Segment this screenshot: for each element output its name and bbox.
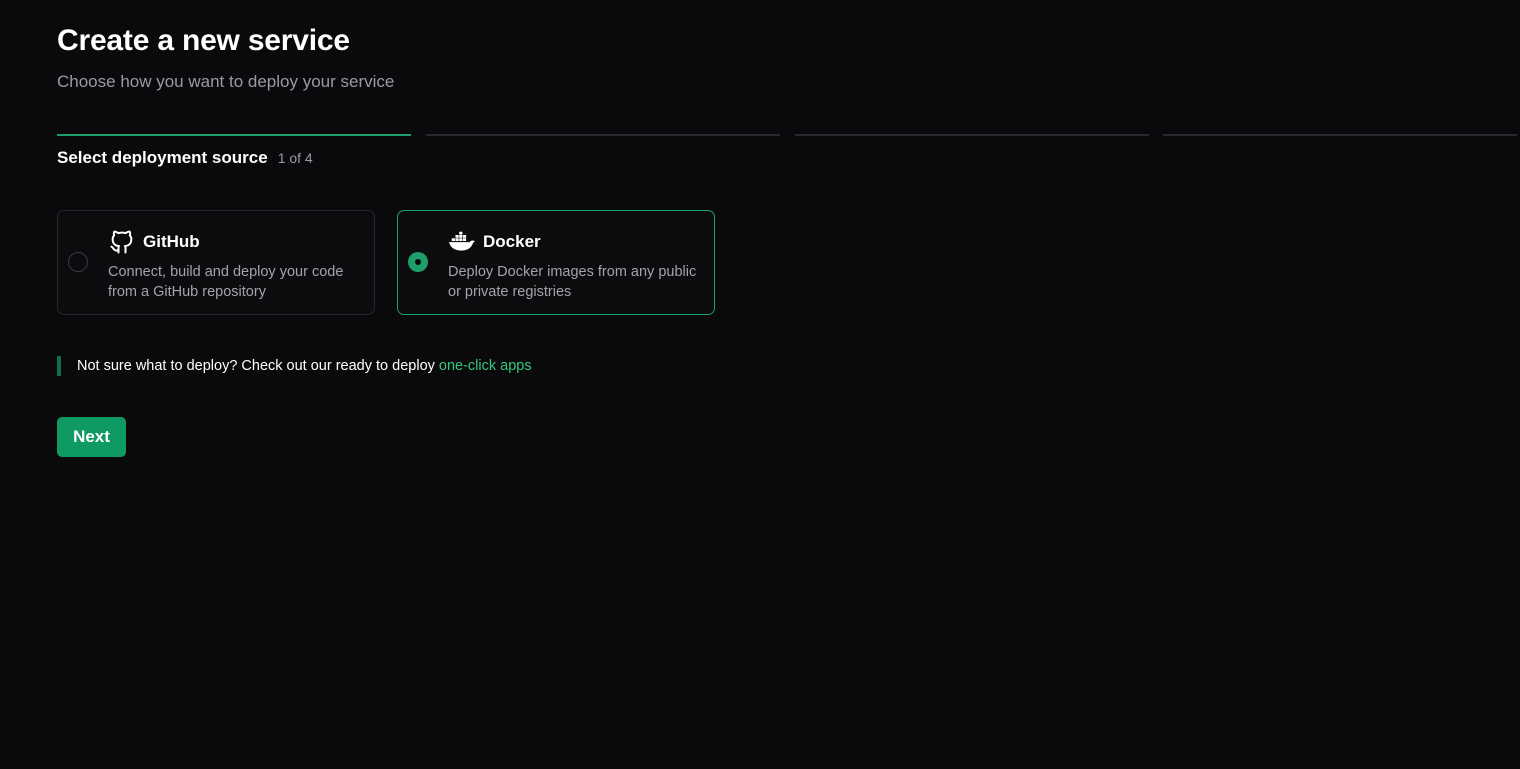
step-bar-4 [1163,134,1517,136]
docker-icon [448,228,476,256]
page-title: Create a new service [57,24,350,57]
step-label: Select deployment source [57,148,268,167]
one-click-hint: Not sure what to deploy? Check out our r… [57,356,532,376]
docker-radio[interactable] [408,252,428,272]
source-option-github[interactable]: GitHub Connect, build and deploy your co… [57,210,375,315]
hint-accent-bar [57,356,61,376]
next-button[interactable]: Next [57,417,126,457]
docker-option-name: Docker [483,232,541,251]
one-click-apps-link[interactable]: one-click apps [439,358,532,374]
step-bar-2 [426,134,780,136]
step-heading: Select deployment source 1 of 4 [57,148,313,168]
source-option-docker[interactable]: Docker Deploy Docker images from any pub… [397,210,715,315]
github-option-description: Connect, build and deploy your code from… [108,264,344,300]
step-counter: 1 of 4 [277,150,313,166]
github-option-name: GitHub [143,232,200,251]
docker-option-description: Deploy Docker images from any public or … [448,264,697,300]
github-radio[interactable] [68,252,88,272]
step-bar-3 [795,134,1149,136]
github-icon [108,228,136,256]
page-subtitle: Choose how you want to deploy your servi… [57,72,395,91]
stepper-progress [57,134,1520,136]
hint-text: Not sure what to deploy? Check out our r… [77,358,435,374]
create-service-page: Create a new service Choose how you want… [0,0,1520,769]
step-bar-1 [57,134,411,136]
github-option-head: GitHub [108,228,200,256]
docker-option-head: Docker [448,228,541,256]
